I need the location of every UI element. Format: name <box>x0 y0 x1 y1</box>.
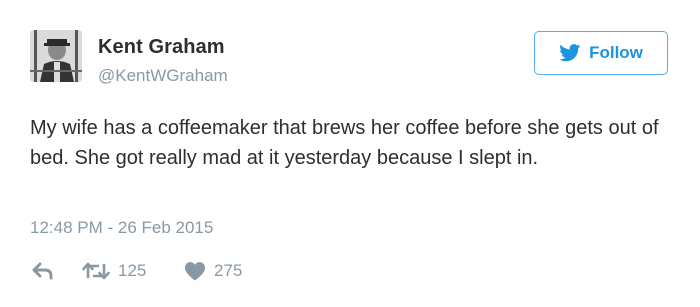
follow-button[interactable]: Follow <box>534 31 668 75</box>
like-button[interactable]: 275 <box>184 258 242 284</box>
tweet-actions: 125 275 <box>30 258 330 284</box>
reply-icon <box>32 262 53 280</box>
tweet-text: My wife has a coffeemaker that brews her… <box>30 117 659 169</box>
tweet-timestamp[interactable]: 12:48 PM - 26 Feb 2015 <box>30 218 213 238</box>
heart-icon <box>185 262 205 281</box>
retweet-button[interactable]: 125 <box>82 258 146 284</box>
retweet-icon <box>82 262 110 280</box>
reply-button[interactable] <box>32 258 54 284</box>
tweet-card: Kent Graham @KentWGraham Follow My wife … <box>0 0 700 307</box>
author-display-name[interactable]: Kent Graham <box>98 36 225 59</box>
profile-photo-icon <box>30 30 82 82</box>
avatar[interactable] <box>30 30 82 82</box>
author-handle[interactable]: @KentWGraham <box>98 66 228 86</box>
like-count: 275 <box>214 261 243 280</box>
retweet-count: 125 <box>118 261 147 280</box>
twitter-bird-icon <box>559 44 581 62</box>
follow-button-label: Follow <box>589 43 643 62</box>
